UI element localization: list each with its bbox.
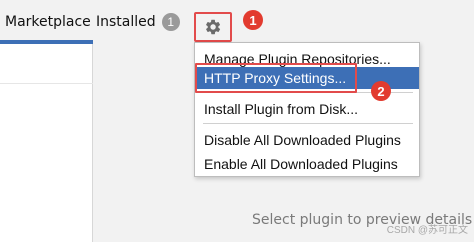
gear-icon [204, 18, 222, 36]
tab-installed-label: Installed [96, 14, 156, 30]
menu-item-enable-all-downloaded-plugins[interactable]: Enable All Downloaded Plugins [195, 153, 419, 175]
menu-item-install-plugin-from-disk[interactable]: Install Plugin from Disk... [195, 98, 419, 120]
list-divider [0, 83, 93, 84]
watermark: CSDN @苏可正文 [386, 225, 468, 236]
callout-marker-1: 1 [243, 10, 263, 30]
installed-count-badge: 1 [161, 13, 180, 31]
tab-marketplace[interactable]: Marketplace [0, 0, 93, 44]
tab-installed[interactable]: Installed 1 [96, 0, 180, 44]
menu-separator [203, 123, 413, 124]
menu-item-disable-all-downloaded-plugins[interactable]: Disable All Downloaded Plugins [195, 129, 419, 151]
tab-marketplace-label: Marketplace [5, 14, 91, 30]
plugin-settings-button[interactable] [194, 12, 232, 42]
highlight-box-http-proxy [195, 63, 357, 93]
top-bar: Marketplace Installed 1 1 [0, 0, 474, 44]
callout-marker-2: 2 [371, 81, 391, 101]
plugin-list-pane [0, 44, 93, 242]
